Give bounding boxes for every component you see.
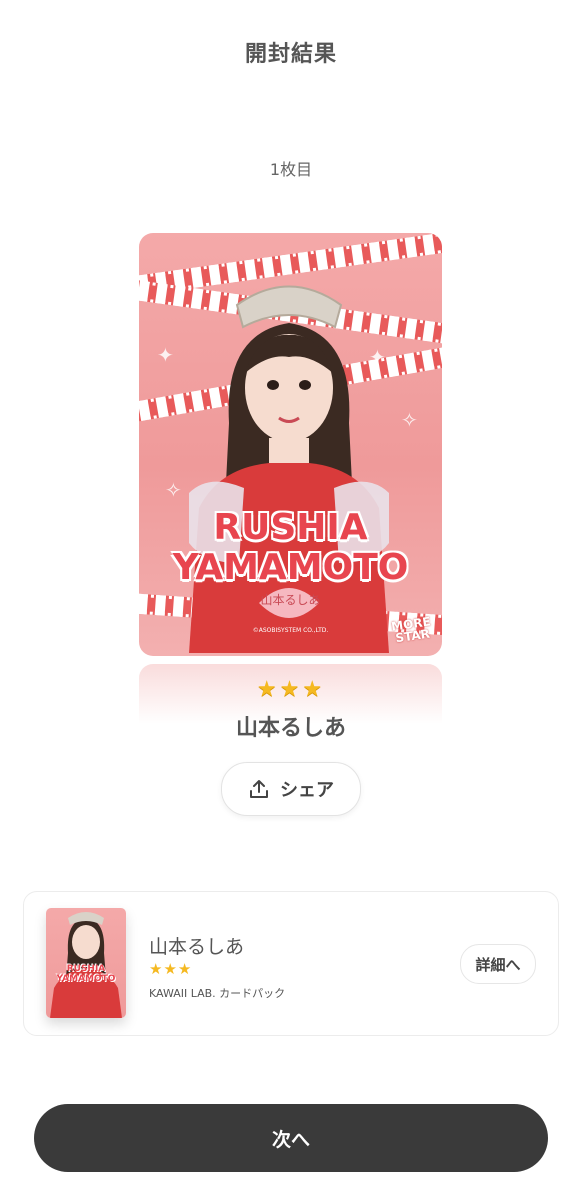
card-index-label: 1枚目 <box>269 160 313 179</box>
result-card[interactable]: ✦ ✦ ✧ ✧ RUSHIA YAMAMOTO 山本るしあ ©ASOBISYST… <box>139 233 442 656</box>
page-title: 開封結果 <box>244 42 337 67</box>
share-upload-icon <box>250 780 268 798</box>
brand-logo-line2: STAR <box>395 626 432 646</box>
share-label: シェア <box>280 780 334 801</box>
sparkle-icon: ✧ <box>401 408 418 432</box>
card-name-english-line1: RUSHIA <box>213 507 368 548</box>
summary-pack-name: KAWAII LAB. カードパック <box>149 987 286 1000</box>
details-button[interactable]: 詳細へ <box>460 944 536 984</box>
share-button[interactable]: シェア <box>221 762 361 816</box>
card-thumbnail[interactable]: RUSHIA YAMAMOTO <box>46 908 126 1018</box>
thumbnail-name-line2: YAMAMOTO <box>56 974 116 984</box>
thumbnail-name: RUSHIA YAMAMOTO <box>46 964 126 984</box>
next-button[interactable]: 次へ <box>34 1104 548 1172</box>
sparkle-icon: ✧ <box>165 478 182 502</box>
brand-logo: MORE STAR <box>391 614 434 646</box>
summary-member-name: 山本るしあ <box>149 936 245 958</box>
sparkle-icon: ✦ <box>157 343 174 367</box>
thumbnail-portrait <box>50 912 122 1018</box>
thumbnail-name-line1: RUSHIA <box>66 964 106 974</box>
result-summary-row: RUSHIA YAMAMOTO 山本るしあ ★★★ KAWAII LAB. カー… <box>23 891 559 1036</box>
rarity-stars: ★★★ <box>256 677 326 702</box>
summary-rarity-stars: ★★★ <box>149 960 193 978</box>
card-name-japanese: 山本るしあ <box>260 593 321 607</box>
result-member-name: 山本るしあ <box>235 716 346 741</box>
card-name-english-line2: YAMAMOTO <box>172 547 409 588</box>
